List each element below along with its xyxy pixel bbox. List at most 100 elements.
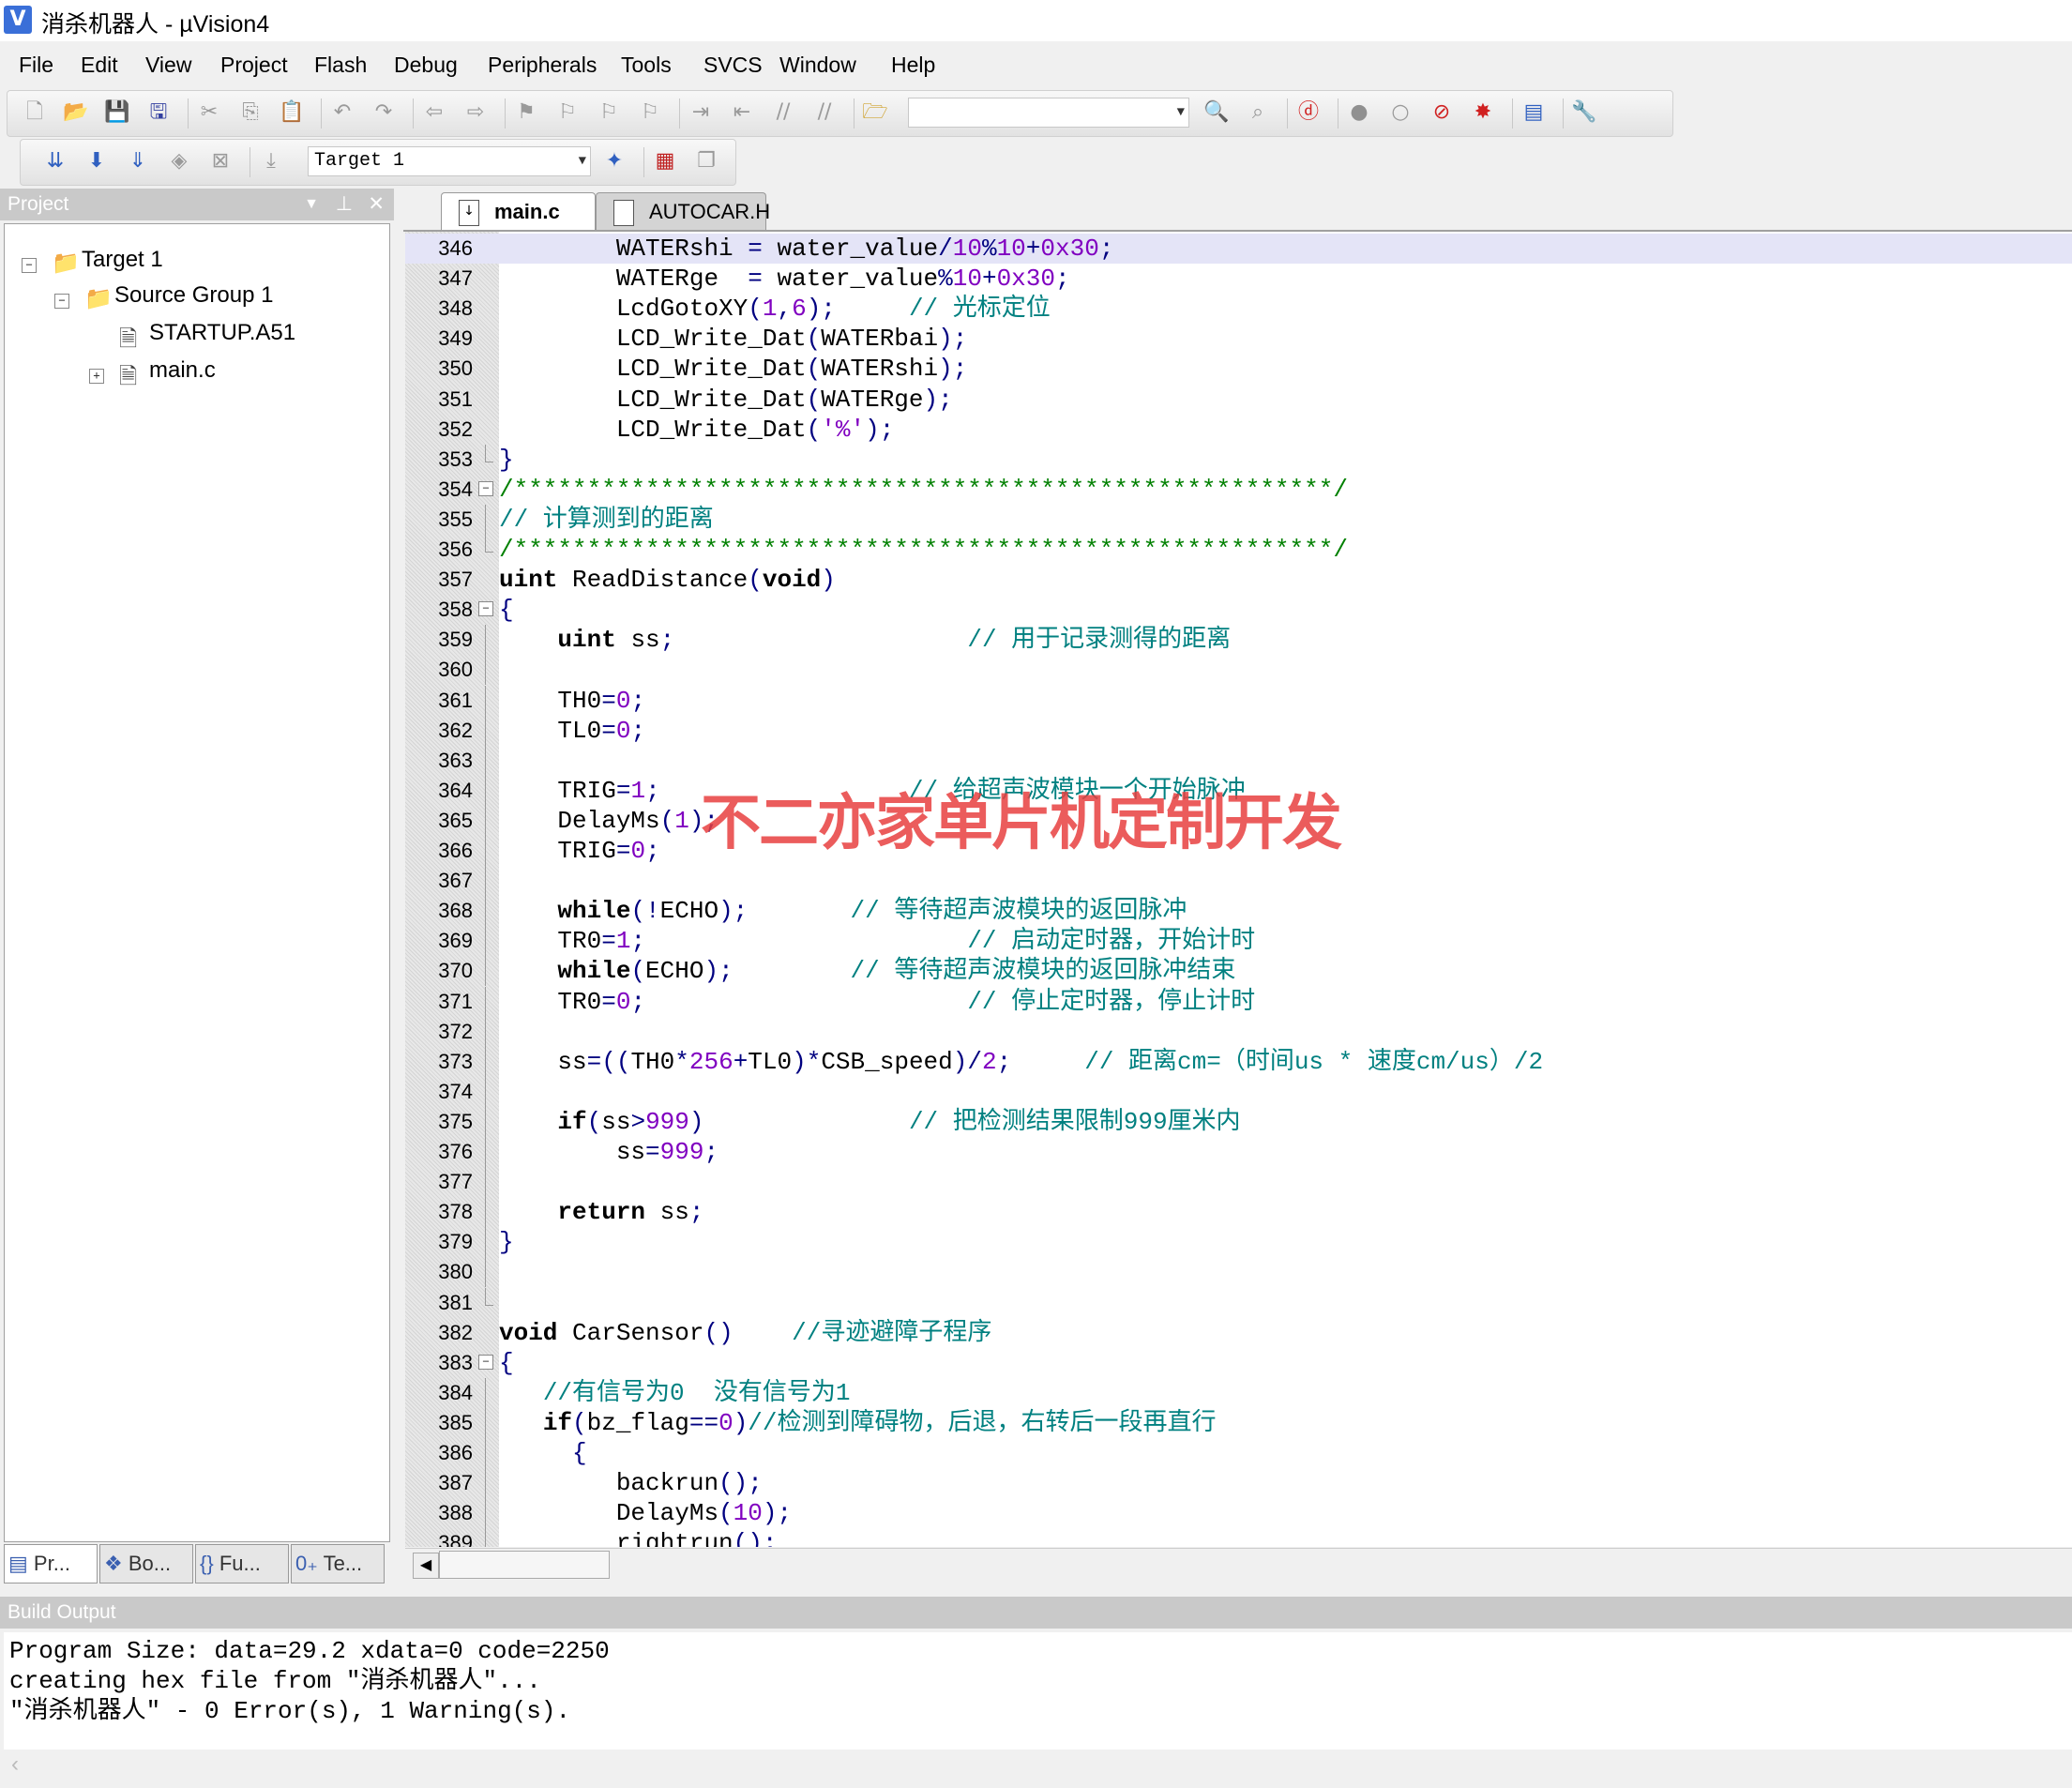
- output-horizontal-scrollbar[interactable]: ‹: [4, 1750, 2072, 1780]
- save-all-icon[interactable]: 🖫: [144, 98, 173, 127]
- menu-view[interactable]: View: [145, 53, 191, 78]
- code-line[interactable]: 383−{: [405, 1348, 2072, 1378]
- menu-peripherals[interactable]: Peripherals: [488, 53, 597, 78]
- code-line[interactable]: 372: [405, 1016, 2072, 1047]
- panel-menu-icon[interactable]: ▼: [304, 189, 319, 220]
- bookmark-clear-icon[interactable]: ⚐: [636, 98, 664, 127]
- configure-icon[interactable]: 🔧: [1570, 98, 1598, 127]
- code-editor[interactable]: 346 WATERshi = water_value/10%10+0x30; 34…: [405, 232, 2072, 1547]
- uncomment-icon[interactable]: //: [810, 98, 839, 127]
- collapse-icon[interactable]: −: [54, 294, 69, 309]
- translate-icon[interactable]: ⇊: [41, 147, 69, 175]
- code-line[interactable]: 361 TH0=0;: [405, 685, 2072, 716]
- code-line[interactable]: 385 if(bz_flag==0)//检测到障碍物，后退，右转后一段再直行: [405, 1407, 2072, 1438]
- code-line[interactable]: 387 backrun();: [405, 1468, 2072, 1499]
- nav-forward-icon[interactable]: ⇨: [461, 98, 490, 127]
- save-icon[interactable]: 💾: [103, 98, 131, 127]
- incremental-find-icon[interactable]: ⌕: [1244, 98, 1272, 127]
- find-combobox[interactable]: ▼: [908, 98, 1189, 128]
- close-icon[interactable]: ✕: [368, 189, 385, 220]
- cut-icon[interactable]: ✂: [195, 98, 223, 127]
- code-line[interactable]: 386 {: [405, 1438, 2072, 1468]
- open-file-icon[interactable]: 📂: [62, 98, 90, 127]
- menu-debug[interactable]: Debug: [394, 53, 458, 78]
- breakpoint-disable-all-icon[interactable]: ⊘: [1428, 98, 1456, 127]
- chevron-down-icon[interactable]: ▼: [1177, 98, 1185, 127]
- code-line[interactable]: 357 uint ReadDistance(void): [405, 565, 2072, 595]
- pin-icon[interactable]: ⊥: [336, 189, 353, 220]
- tree-item[interactable]: 📁Target 1: [52, 247, 163, 276]
- code-line[interactable]: 360: [405, 655, 2072, 686]
- code-line[interactable]: 381: [405, 1287, 2072, 1318]
- tab-autocar-h[interactable]: AUTOCAR.H: [596, 192, 770, 230]
- code-line[interactable]: 384 //有信号为0 没有信号为1: [405, 1377, 2072, 1408]
- code-line[interactable]: 347 WATERge = water_value%10+0x30;: [405, 264, 2072, 294]
- code-line[interactable]: 352 LCD_Write_Dat('%');: [405, 415, 2072, 445]
- code-line[interactable]: 379}: [405, 1227, 2072, 1258]
- code-line[interactable]: 367: [405, 866, 2072, 897]
- code-line[interactable]: 370 while(ECHO); // 等待超声波模块的返回脉冲结束: [405, 956, 2072, 987]
- tree-item[interactable]: 📁Source Group 1: [84, 282, 273, 311]
- menu-help[interactable]: Help: [891, 53, 935, 78]
- fold-collapse-icon[interactable]: −: [476, 1348, 493, 1378]
- select-packs-icon[interactable]: ❐: [692, 147, 720, 175]
- tab-main-c[interactable]: ↓ main.c: [441, 192, 596, 230]
- chevron-down-icon[interactable]: ▼: [579, 147, 586, 175]
- target-select[interactable]: Target 1 ▼: [308, 146, 591, 176]
- bookmark-prev-icon[interactable]: ⚐: [553, 98, 582, 127]
- code-line[interactable]: 362 TL0=0;: [405, 715, 2072, 746]
- code-line[interactable]: 377: [405, 1167, 2072, 1198]
- code-line[interactable]: 350 LCD_Write_Dat(WATERshi);: [405, 354, 2072, 384]
- find-in-files-icon[interactable]: 🗁: [861, 98, 889, 127]
- tree-item[interactable]: 🗎 main.c: [119, 357, 216, 389]
- breakpoint-kill-all-icon[interactable]: ✸: [1469, 98, 1497, 127]
- bookmark-set-icon[interactable]: ⚑: [512, 98, 540, 127]
- panel-tab-te[interactable]: 0₊ Te...: [291, 1544, 385, 1583]
- code-line[interactable]: 388 DelayMs(10);: [405, 1498, 2072, 1529]
- code-line[interactable]: 353}: [405, 444, 2072, 475]
- scroll-left-icon[interactable]: ◀: [413, 1553, 439, 1579]
- menu-file[interactable]: File: [19, 53, 53, 78]
- menu-edit[interactable]: Edit: [81, 53, 118, 78]
- batch-build-icon[interactable]: ◈: [165, 147, 193, 175]
- menu-project[interactable]: Project: [220, 53, 288, 78]
- code-line[interactable]: 355 // 计算测到的距离: [405, 504, 2072, 535]
- editor-horizontal-scrollbar[interactable]: ◀: [405, 1548, 2072, 1581]
- code-line[interactable]: 389 rightrun();: [405, 1528, 2072, 1547]
- rebuild-icon[interactable]: ⇓: [124, 147, 152, 175]
- scroll-left-icon[interactable]: ‹: [11, 1751, 19, 1778]
- nav-back-icon[interactable]: ⇦: [420, 98, 448, 127]
- panel-tab-fu[interactable]: {} Fu...: [195, 1544, 289, 1583]
- menu-flash[interactable]: Flash: [314, 53, 367, 78]
- download-icon[interactable]: ⤓: [257, 147, 285, 175]
- debug-session-icon[interactable]: ⓓ: [1294, 98, 1323, 127]
- code-line[interactable]: 348 LcdGotoXY(1,6); // 光标定位: [405, 294, 2072, 324]
- code-line[interactable]: 375 if(ss>999) // 把检测结果限制999厘米内: [405, 1106, 2072, 1137]
- undo-icon[interactable]: ↶: [328, 98, 356, 127]
- scrollbar-thumb[interactable]: [439, 1551, 610, 1579]
- redo-icon[interactable]: ↷: [370, 98, 398, 127]
- manage-components-icon[interactable]: ▦: [651, 147, 679, 175]
- code-line[interactable]: 358−{: [405, 595, 2072, 625]
- indent-icon[interactable]: ⇥: [687, 98, 715, 127]
- panel-tab-pr[interactable]: ▤ Pr...: [4, 1544, 98, 1583]
- breakpoint-disable-icon[interactable]: ○: [1386, 98, 1414, 127]
- code-line[interactable]: 380: [405, 1257, 2072, 1288]
- fold-collapse-icon[interactable]: −: [476, 475, 493, 505]
- menu-tools[interactable]: Tools: [621, 53, 672, 78]
- new-file-icon[interactable]: 🗋: [21, 98, 49, 127]
- find-icon[interactable]: 🔍: [1202, 98, 1231, 127]
- code-line[interactable]: 376 ss=999;: [405, 1137, 2072, 1167]
- unindent-icon[interactable]: ⇤: [728, 98, 756, 127]
- menu-window[interactable]: Window: [779, 53, 856, 78]
- expand-icon[interactable]: +: [89, 369, 104, 384]
- window-layout-icon[interactable]: ▤: [1520, 98, 1548, 127]
- panel-tab-bo[interactable]: ❖ Bo...: [99, 1544, 193, 1583]
- code-line[interactable]: 382 void CarSensor() //寻迹避障子程序: [405, 1318, 2072, 1348]
- breakpoint-insert-icon[interactable]: ●: [1345, 98, 1373, 127]
- fold-collapse-icon[interactable]: −: [476, 595, 493, 625]
- collapse-icon[interactable]: −: [22, 258, 37, 273]
- copy-icon[interactable]: ⎘: [236, 98, 265, 127]
- code-line[interactable]: 363: [405, 745, 2072, 776]
- code-line[interactable]: 349 LCD_Write_Dat(WATERbai);: [405, 324, 2072, 354]
